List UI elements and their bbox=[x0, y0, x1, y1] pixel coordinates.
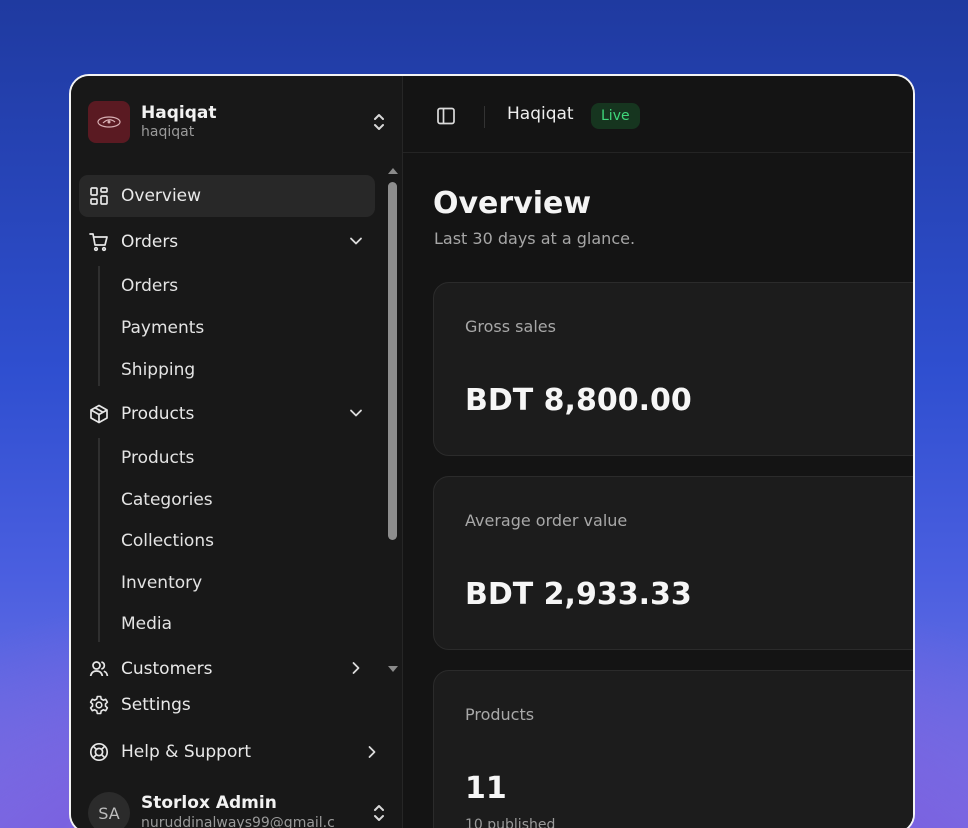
sidebar-subitem-products[interactable]: Products bbox=[121, 438, 194, 478]
scroll-down-arrow[interactable] bbox=[388, 666, 398, 672]
sidebar-subitem-inventory[interactable]: Inventory bbox=[121, 563, 202, 603]
status-badge: Live bbox=[591, 103, 640, 129]
user-name: Storlox Admin bbox=[141, 793, 277, 813]
users-icon bbox=[89, 659, 109, 676]
stat-card-gross-sales: Gross sales BDT 8,800.00 bbox=[433, 282, 913, 456]
sidebar-toggle-icon[interactable] bbox=[435, 105, 457, 127]
scroll-up-arrow[interactable] bbox=[388, 168, 398, 174]
gear-icon bbox=[89, 695, 109, 715]
main-content: Haqiqat Live Overview Last 30 days at a … bbox=[403, 76, 913, 828]
chevron-down-icon[interactable] bbox=[349, 406, 363, 420]
store-name: Haqiqat bbox=[141, 103, 217, 123]
sidebar: Haqiqat haqiqat Overview Orders Orders P… bbox=[71, 76, 403, 828]
stat-label: Products bbox=[465, 705, 535, 724]
sidebar-item-label: Customers bbox=[121, 659, 213, 676]
sidebar-item-products[interactable]: Products bbox=[79, 393, 375, 435]
chevron-down-icon[interactable] bbox=[349, 234, 363, 248]
sidebar-subitem-payments[interactable]: Payments bbox=[121, 308, 204, 348]
submenu-guide bbox=[98, 266, 100, 386]
stat-label: Average order value bbox=[465, 511, 628, 530]
sidebar-item-label: Products bbox=[121, 404, 195, 424]
sidebar-subitem-categories[interactable]: Categories bbox=[121, 480, 213, 520]
store-logo bbox=[88, 101, 130, 143]
sidebar-item-label: Overview bbox=[121, 186, 202, 206]
stat-value: 11 bbox=[465, 771, 507, 806]
scroll-thumb[interactable] bbox=[388, 182, 397, 540]
page-title: Overview bbox=[433, 186, 592, 221]
stat-footnote: 10 published bbox=[465, 817, 556, 828]
app-window: Haqiqat haqiqat Overview Orders Orders P… bbox=[69, 74, 915, 828]
avatar: SA bbox=[88, 792, 130, 828]
chevron-up-down-icon[interactable] bbox=[370, 111, 388, 133]
sidebar-item-help[interactable]: Help & Support bbox=[79, 731, 379, 773]
sidebar-nav: Overview Orders Orders Payments Shipping… bbox=[71, 168, 403, 676]
topbar-divider bbox=[484, 106, 485, 128]
sidebar-item-settings[interactable]: Settings bbox=[79, 684, 379, 726]
sidebar-item-label: Settings bbox=[121, 695, 191, 715]
store-handle: haqiqat bbox=[141, 124, 195, 140]
sidebar-subitem-shipping[interactable]: Shipping bbox=[121, 350, 195, 390]
submenu-guide bbox=[98, 438, 100, 642]
sidebar-item-label: Orders bbox=[121, 232, 179, 252]
sidebar-item-customers[interactable]: Customers bbox=[79, 648, 375, 676]
chevron-up-down-icon[interactable] bbox=[370, 802, 388, 824]
stat-label: Gross sales bbox=[465, 317, 556, 336]
sidebar-item-overview[interactable]: Overview bbox=[79, 175, 375, 217]
stat-value: BDT 2,933.33 bbox=[465, 577, 692, 612]
stat-value: BDT 8,800.00 bbox=[465, 383, 692, 418]
sidebar-subitem-collections[interactable]: Collections bbox=[121, 521, 214, 561]
cart-icon bbox=[89, 232, 109, 252]
lifebuoy-icon bbox=[89, 742, 109, 762]
user-menu[interactable]: SA Storlox Admin nuruddinalways99@gmail.… bbox=[88, 792, 388, 828]
store-switcher[interactable]: Haqiqat haqiqat bbox=[88, 100, 388, 144]
sidebar-scrollbar[interactable] bbox=[385, 166, 399, 676]
chevron-right-icon[interactable] bbox=[365, 745, 379, 759]
page-subtitle: Last 30 days at a glance. bbox=[434, 229, 636, 248]
breadcrumb[interactable]: Haqiqat bbox=[507, 104, 574, 124]
dashboard-icon bbox=[89, 186, 109, 206]
sidebar-item-orders[interactable]: Orders bbox=[79, 221, 375, 263]
sidebar-subitem-media[interactable]: Media bbox=[121, 604, 172, 644]
user-email: nuruddinalways99@gmail.c bbox=[141, 815, 335, 828]
sidebar-subitem-orders[interactable]: Orders bbox=[121, 266, 178, 306]
stat-card-products: Products 11 10 published bbox=[433, 670, 913, 828]
box-icon bbox=[89, 404, 109, 424]
chevron-right-icon[interactable] bbox=[349, 661, 363, 675]
sidebar-item-label: Help & Support bbox=[121, 742, 252, 762]
topbar: Haqiqat Live bbox=[403, 76, 913, 153]
stat-card-average-order-value: Average order value BDT 2,933.33 bbox=[433, 476, 913, 650]
